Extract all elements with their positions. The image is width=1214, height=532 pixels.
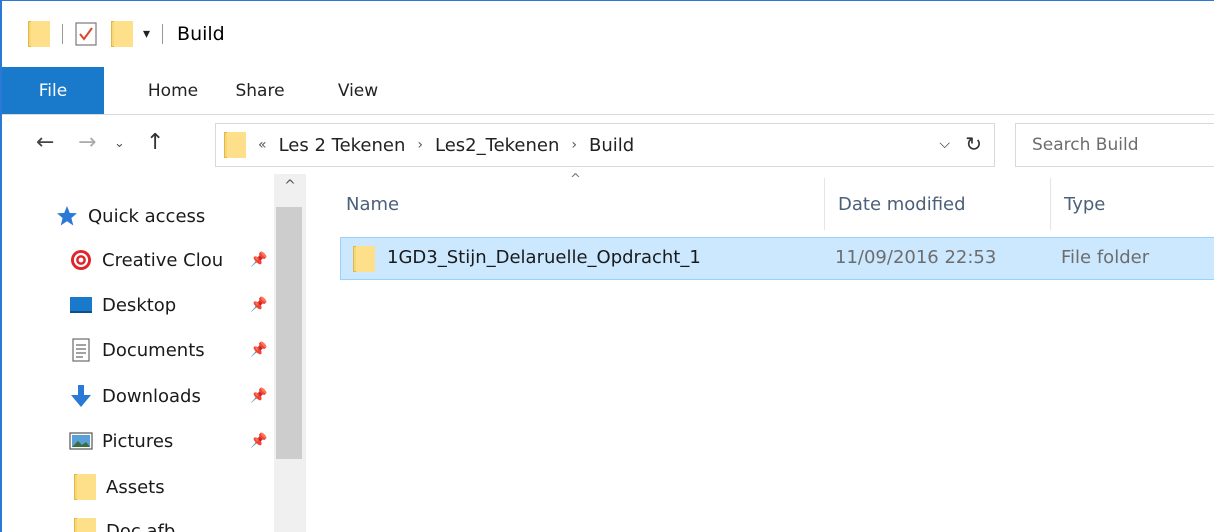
pin-icon[interactable]: 📌: [250, 252, 267, 268]
breadcrumb-separator-icon[interactable]: ›: [571, 137, 577, 153]
file-type: File folder: [1061, 247, 1150, 268]
folder-icon: [224, 132, 246, 158]
folder-icon: [72, 518, 98, 532]
toolbar-separator: [162, 24, 164, 44]
sort-ascending-icon: ^: [570, 172, 581, 187]
column-divider[interactable]: [1050, 178, 1051, 230]
address-dropdown-icon[interactable]: ⌵: [939, 136, 950, 152]
nav-item-quick-access[interactable]: Quick access: [54, 196, 274, 236]
breadcrumb-les-2-tekenen[interactable]: Les 2 Tekenen: [279, 135, 406, 156]
folder-icon[interactable]: [28, 21, 50, 47]
search-input[interactable]: Search Build: [1015, 123, 1214, 167]
nav-item-creative-cloud[interactable]: Creative Clou 📌: [68, 240, 288, 280]
scroll-up-icon[interactable]: ^: [274, 178, 306, 194]
nav-item-assets[interactable]: Assets: [72, 467, 292, 507]
ribbon-tabs: File Home Share View: [2, 67, 1214, 115]
nav-item-label: Creative Clou: [102, 249, 224, 271]
nav-item-downloads[interactable]: Downloads 📌: [68, 376, 288, 416]
address-bar[interactable]: « Les 2 Tekenen › Les2_Tekenen › Build ⌵…: [215, 123, 995, 167]
new-folder-icon[interactable]: [111, 21, 133, 47]
toolbar-separator: [62, 24, 63, 44]
nav-item-label: Documents: [102, 339, 205, 361]
tab-file[interactable]: File: [2, 67, 104, 114]
file-date-modified: 11/09/2016 22:53: [835, 247, 997, 268]
file-list: ^ Name Date modified Type 1GD3_Stijn_Del…: [306, 172, 1214, 532]
pin-icon[interactable]: 📌: [250, 297, 267, 313]
downloads-icon: [68, 383, 94, 409]
scrollbar-thumb[interactable]: [276, 207, 302, 459]
properties-icon[interactable]: [75, 22, 97, 46]
explorer-window: ▾ Build File Home Share View ← → ⌄ ↑ « L…: [0, 0, 1214, 532]
file-name: 1GD3_Stijn_Delaruelle_Opdracht_1: [387, 247, 701, 268]
documents-icon: [68, 337, 94, 363]
table-row[interactable]: 1GD3_Stijn_Delaruelle_Opdracht_1 11/09/2…: [340, 237, 1214, 280]
navigation-bar: ← → ⌄ ↑ « Les 2 Tekenen › Les2_Tekenen ›…: [2, 116, 1214, 174]
nav-item-label: Doc afb: [106, 520, 176, 532]
column-header-date-modified[interactable]: Date modified: [838, 174, 966, 234]
column-header-name[interactable]: Name: [346, 174, 399, 234]
nav-item-label: Pictures: [102, 430, 174, 452]
desktop-icon: [68, 292, 94, 318]
nav-item-documents[interactable]: Documents 📌: [68, 330, 288, 370]
nav-item-desktop[interactable]: Desktop 📌: [68, 285, 288, 325]
pictures-icon: [68, 428, 94, 454]
pin-icon[interactable]: 📌: [250, 388, 267, 404]
tab-share[interactable]: Share: [222, 67, 298, 114]
navigation-pane: Quick access Creative Clou 📌 Desktop 📌 D…: [2, 174, 306, 532]
back-arrow-icon[interactable]: ←: [36, 130, 54, 155]
pin-icon[interactable]: 📌: [250, 342, 267, 358]
star-icon: [54, 203, 80, 229]
nav-item-label: Quick access: [88, 205, 206, 227]
breadcrumb-build[interactable]: Build: [589, 135, 634, 156]
creative-cloud-icon: [68, 247, 94, 273]
breadcrumb-separator-icon[interactable]: ›: [417, 137, 423, 153]
window-title: Build: [177, 23, 225, 45]
column-divider[interactable]: [824, 178, 825, 230]
recent-locations-chevron-icon[interactable]: ⌄: [114, 136, 125, 151]
nav-item-doc-afb[interactable]: Doc afb: [72, 511, 292, 532]
nav-item-label: Downloads: [102, 385, 201, 407]
forward-arrow-icon[interactable]: →: [78, 130, 96, 155]
customize-quick-access-icon[interactable]: ▾: [143, 26, 150, 42]
nav-item-label: Assets: [106, 476, 165, 498]
tab-home[interactable]: Home: [124, 67, 222, 114]
nav-scrollbar[interactable]: ^: [274, 174, 306, 532]
breadcrumb-les2-tekenen[interactable]: Les2_Tekenen: [435, 135, 559, 156]
nav-item-label: Desktop: [102, 294, 177, 316]
overflow-icon[interactable]: «: [258, 137, 267, 153]
column-header-type[interactable]: Type: [1064, 174, 1105, 234]
nav-item-pictures[interactable]: Pictures 📌: [68, 421, 288, 461]
up-arrow-icon[interactable]: ↑: [146, 130, 164, 155]
refresh-icon[interactable]: ↻: [965, 132, 982, 156]
tab-view[interactable]: View: [318, 67, 398, 114]
title-bar: ▾ Build: [2, 1, 1214, 67]
folder-icon: [72, 474, 98, 500]
pin-icon[interactable]: 📌: [250, 433, 267, 449]
folder-icon: [353, 246, 375, 272]
